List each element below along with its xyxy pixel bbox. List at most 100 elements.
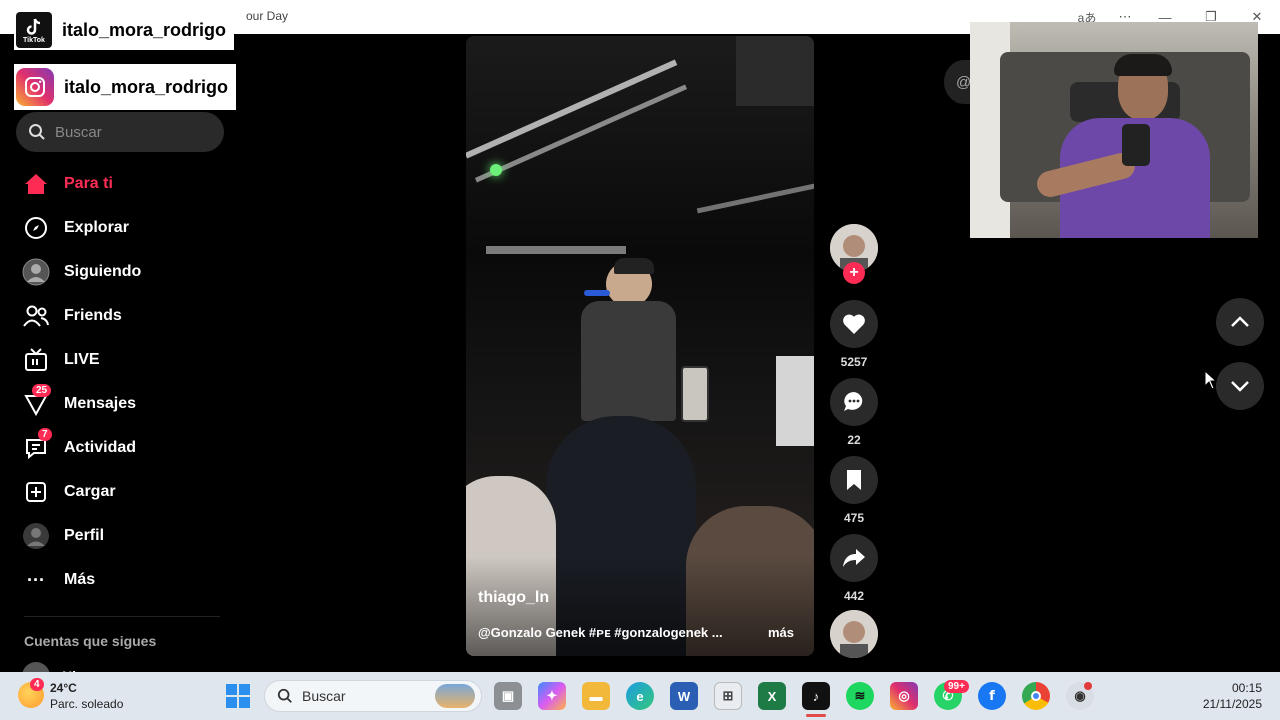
- instagram-handle: italo_mora_rodrigo: [64, 76, 229, 97]
- clock-date[interactable]: 21/11/2025: [1190, 697, 1262, 711]
- taskbar-search-placeholder: Buscar: [302, 688, 346, 704]
- edge-icon[interactable]: e: [626, 682, 654, 710]
- comment-icon: [844, 392, 863, 411]
- excel-icon[interactable]: X: [758, 682, 786, 710]
- sidebar-item-label: Friends: [64, 307, 122, 324]
- caption-more-link[interactable]: más: [768, 625, 794, 640]
- sidebar-item-label: Para ti: [64, 175, 113, 192]
- sound-avatar[interactable]: [830, 610, 878, 658]
- crowd-phone: [681, 366, 709, 422]
- streamer-phone: [1122, 124, 1150, 166]
- comment-button[interactable]: [830, 378, 878, 426]
- search-icon: [29, 124, 45, 140]
- sidebar-item-siguiendo[interactable]: Siguiendo: [22, 256, 141, 288]
- search-input[interactable]: Buscar: [16, 112, 224, 152]
- sidebar: Buscar Para ti Explorar Siguiendo Friend…: [0, 34, 240, 690]
- streamer-hair: [1114, 54, 1172, 76]
- file-explorer-icon[interactable]: ▬: [582, 682, 610, 710]
- copilot-icon[interactable]: ✦: [538, 682, 566, 710]
- save-button[interactable]: [830, 456, 878, 504]
- taskbar: 4 24°C Parc. soleado Buscar ▣ ✦ ▬ e W ⊞ …: [0, 672, 1280, 720]
- whatsapp-badge: 99+: [944, 680, 969, 693]
- microphone: [584, 290, 610, 296]
- share-button[interactable]: [830, 534, 878, 582]
- like-count: 5257: [840, 355, 868, 369]
- profile-avatar-icon: [22, 522, 50, 550]
- sidebar-item-explorar[interactable]: Explorar: [22, 212, 129, 244]
- following-header: Cuentas que sigues: [24, 633, 157, 649]
- upload-icon: [22, 478, 50, 506]
- avatar-icon: [22, 258, 50, 286]
- stage-truss: [486, 246, 626, 254]
- home-icon: [22, 170, 50, 198]
- task-view-icon[interactable]: ▣: [494, 682, 522, 710]
- next-video-button[interactable]: [1216, 362, 1264, 410]
- stage-truss: [696, 183, 814, 214]
- sidebar-item-mas[interactable]: ··· Más: [22, 564, 95, 596]
- store-icon[interactable]: ⊞: [714, 682, 742, 710]
- instagram-logo-icon: [16, 68, 54, 106]
- weather-badge: 4: [30, 678, 44, 691]
- follow-button[interactable]: +: [843, 262, 865, 284]
- stage-light: [490, 164, 502, 176]
- divider: [24, 616, 220, 617]
- sidebar-item-label: Explorar: [64, 219, 129, 236]
- sidebar-item-live[interactable]: LIVE: [22, 344, 100, 376]
- facebook-icon[interactable]: f: [978, 682, 1006, 710]
- sidebar-item-label: Más: [64, 571, 96, 588]
- video-player[interactable]: thiago_ln @Gonzalo Genek #ᴘᴇ #gonzalogen…: [466, 36, 814, 656]
- instagram-watermark: italo_mora_rodrigo: [14, 64, 237, 110]
- search-icon: [277, 688, 292, 703]
- bookmark-icon: [847, 470, 861, 490]
- tiktok-app-icon[interactable]: ♪: [802, 682, 830, 710]
- performer-body: [581, 301, 676, 421]
- compass-icon: [22, 214, 50, 242]
- performer-cap: [614, 258, 654, 274]
- sidebar-item-actividad[interactable]: 7 Actividad: [22, 428, 136, 464]
- stage-speaker: [736, 36, 814, 106]
- sidebar-item-perfil[interactable]: Perfil: [22, 520, 104, 552]
- more-icon: ···: [27, 569, 45, 590]
- activity-icon: 7: [22, 428, 52, 462]
- messages-badge: 25: [32, 384, 52, 397]
- sidebar-item-label: LIVE: [64, 351, 100, 368]
- video-author[interactable]: thiago_ln: [478, 589, 549, 607]
- word-icon[interactable]: W: [670, 682, 698, 710]
- sidebar-item-label: Siguiendo: [64, 263, 142, 280]
- stage-truss: [466, 59, 678, 159]
- tiktok-handle: italo_mora_rodrigo: [62, 19, 227, 40]
- webcam-overlay: [970, 22, 1258, 238]
- sidebar-item-friends[interactable]: Friends: [22, 300, 122, 332]
- friends-icon: [22, 302, 50, 330]
- search-placeholder: Buscar: [55, 123, 102, 141]
- sidebar-item-label: Mensajes: [64, 395, 137, 412]
- chrome-icon[interactable]: [1022, 682, 1050, 710]
- plus-icon: +: [849, 264, 859, 281]
- weather-temp: 24°C: [50, 681, 77, 695]
- instagram-app-icon[interactable]: ◎: [890, 682, 918, 710]
- sidebar-item-mensajes[interactable]: 25 Mensajes: [22, 384, 137, 420]
- windows-start-icon[interactable]: [226, 684, 250, 708]
- like-button[interactable]: [830, 300, 878, 348]
- save-count: 475: [843, 511, 865, 525]
- spotify-icon[interactable]: ≋: [846, 682, 874, 710]
- clock-time[interactable]: 00:15: [1190, 681, 1262, 695]
- sidebar-item-cargar[interactable]: Cargar: [22, 476, 116, 508]
- live-icon: [22, 346, 50, 374]
- previous-video-button[interactable]: [1216, 298, 1264, 346]
- sidebar-item-para-ti[interactable]: Para ti: [22, 168, 113, 200]
- tiktok-logo-icon: TikTok: [16, 12, 52, 48]
- taskbar-search-input[interactable]: Buscar: [264, 680, 482, 712]
- share-icon: [843, 549, 865, 567]
- at-icon: @: [956, 73, 972, 91]
- weather-desc: Parc. soleado: [50, 697, 124, 711]
- send-icon: 25: [22, 384, 52, 418]
- video-caption[interactable]: @Gonzalo Genek #ᴘᴇ #gonzalogenek ...: [478, 625, 723, 640]
- chevron-down-icon: [1231, 381, 1249, 392]
- sidebar-item-label: Perfil: [64, 527, 105, 544]
- recording-dot: [1084, 682, 1092, 690]
- chevron-up-icon: [1231, 316, 1249, 327]
- comment-count: 22: [847, 433, 861, 447]
- search-highlight-icon: [435, 684, 475, 708]
- window-title: our Day: [246, 9, 289, 23]
